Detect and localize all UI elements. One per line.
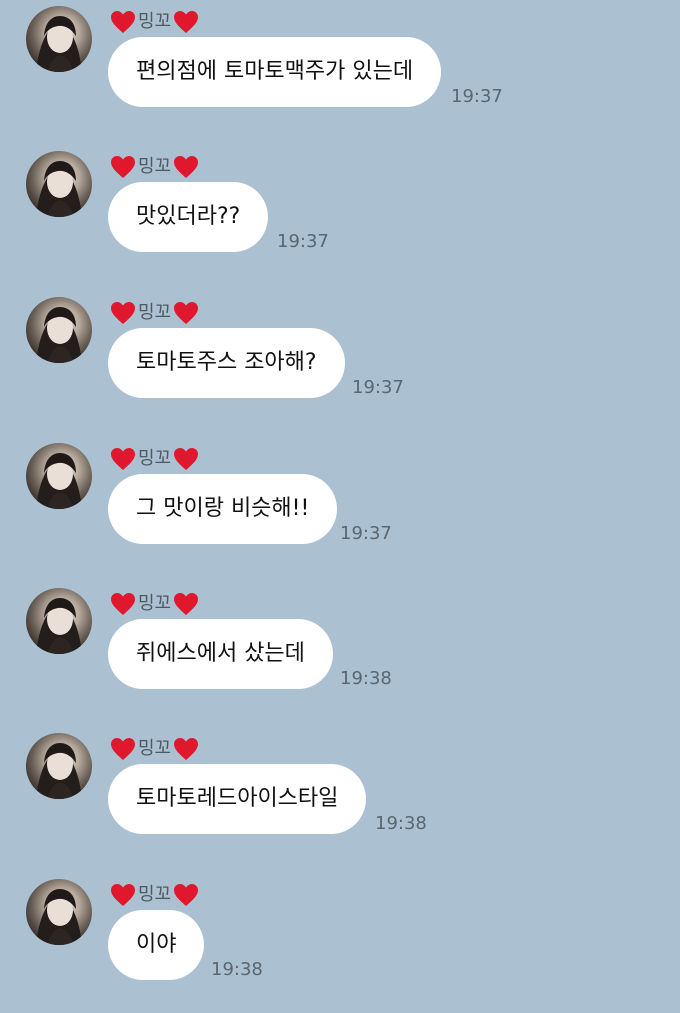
red-heart-icon (110, 447, 136, 471)
sender-name-row: 밍꼬 (110, 150, 199, 184)
message-bubble[interactable]: 이야 (108, 910, 205, 980)
sender-name-row: 밍꼬 (110, 296, 199, 330)
message-row: 밍꼬 토마토레드아이스타일 19:38 (0, 727, 680, 867)
message-bubble[interactable]: 그 맛이랑 비슷해!! (108, 474, 338, 544)
avatar[interactable] (26, 6, 92, 72)
sender-name-row: 밍꼬 (110, 878, 199, 912)
red-heart-icon (110, 10, 136, 34)
avatar[interactable] (26, 588, 92, 654)
avatar[interactable] (26, 879, 92, 945)
message-bubble[interactable]: 쥐에스에서 샀는데 (108, 619, 333, 689)
red-heart-icon (173, 883, 199, 907)
red-heart-icon (110, 301, 136, 325)
sender-name: 밍꼬 (138, 302, 172, 323)
red-heart-icon (173, 592, 199, 616)
red-heart-icon (173, 447, 199, 471)
message-timestamp: 19:38 (375, 813, 427, 834)
red-heart-icon (173, 10, 199, 34)
sender-name: 밍꼬 (138, 884, 172, 905)
red-heart-icon (173, 301, 199, 325)
red-heart-icon (110, 155, 136, 179)
avatar[interactable] (26, 297, 92, 363)
message-bubble[interactable]: 토마토주스 조아해? (108, 328, 345, 398)
message-row: 밍꼬 맛있더라?? 19:37 (0, 145, 680, 285)
red-heart-icon (173, 155, 199, 179)
avatar[interactable] (26, 733, 92, 799)
message-row: 밍꼬 이야 19:38 (0, 873, 680, 1013)
sender-name-row: 밍꼬 (110, 442, 199, 476)
message-timestamp: 19:38 (340, 668, 392, 689)
message-timestamp: 19:37 (352, 377, 404, 398)
avatar[interactable] (26, 443, 92, 509)
sender-name: 밍꼬 (138, 11, 172, 32)
avatar[interactable] (26, 151, 92, 217)
sender-name: 밍꼬 (138, 738, 172, 759)
message-timestamp: 19:37 (340, 523, 392, 544)
message-timestamp: 19:37 (277, 231, 329, 252)
message-bubble[interactable]: 맛있더라?? (108, 182, 269, 252)
message-row: 밍꼬 토마토주스 조아해? 19:37 (0, 291, 680, 431)
sender-name-row: 밍꼬 (110, 587, 199, 621)
red-heart-icon (110, 883, 136, 907)
chat-thread: 밍꼬 편의점에 토마토맥주가 있는데 19:37 밍꼬 맛있더라?? 19:37… (0, 0, 680, 1000)
red-heart-icon (110, 737, 136, 761)
message-row: 밍꼬 편의점에 토마토맥주가 있는데 19:37 (0, 0, 680, 140)
message-row: 밍꼬 그 맛이랑 비슷해!! 19:37 (0, 437, 680, 577)
message-bubble[interactable]: 토마토레드아이스타일 (108, 764, 367, 834)
sender-name: 밍꼬 (138, 156, 172, 177)
sender-name: 밍꼬 (138, 448, 172, 469)
sender-name: 밍꼬 (138, 593, 172, 614)
message-timestamp: 19:37 (451, 86, 503, 107)
message-bubble[interactable]: 편의점에 토마토맥주가 있는데 (108, 37, 442, 107)
message-timestamp: 19:38 (211, 959, 263, 980)
message-row: 밍꼬 쥐에스에서 샀는데 19:38 (0, 582, 680, 722)
sender-name-row: 밍꼬 (110, 732, 199, 766)
red-heart-icon (173, 737, 199, 761)
red-heart-icon (110, 592, 136, 616)
sender-name-row: 밍꼬 (110, 5, 199, 39)
